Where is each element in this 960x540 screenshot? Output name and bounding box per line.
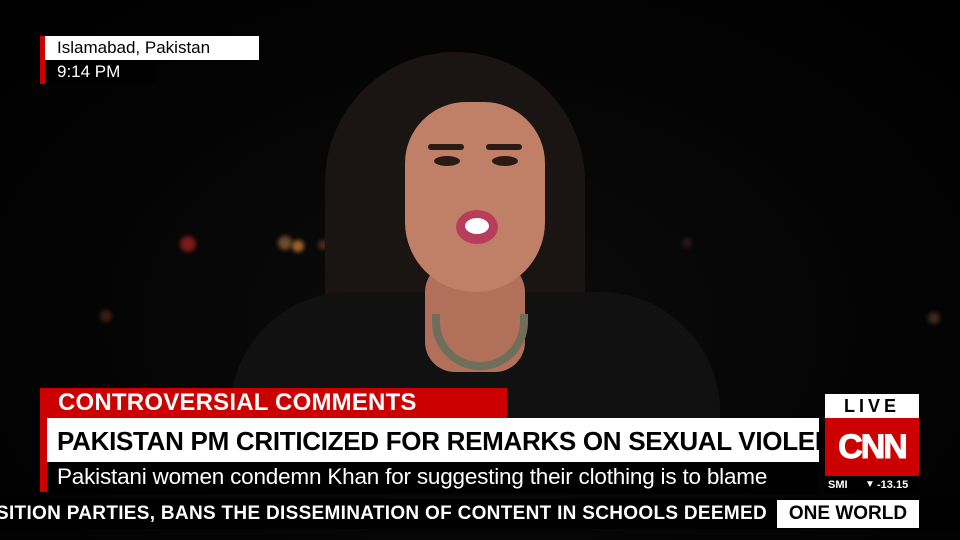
chyron-kicker: CONTROVERSIAL COMMENTS [40, 388, 507, 418]
cnn-logo-text: CNN [838, 427, 909, 466]
chyron-accent-bar [40, 418, 47, 492]
reporter-mouth [456, 210, 498, 244]
down-triangle-icon: ▼ [865, 479, 875, 490]
location-city: Islamabad, Pakistan [45, 36, 259, 60]
market-ticker: SMI ▼ -13.15 [825, 476, 919, 494]
reporter-eye [492, 156, 518, 166]
reporter-face [405, 102, 545, 292]
chyron-headline: PAKISTAN PM CRITICIZED FOR REMARKS ON SE… [47, 418, 869, 462]
reporter-figure [230, 52, 720, 452]
cnn-logo: CNN [825, 418, 919, 476]
market-index-change: -13.15 [877, 479, 909, 491]
ticker-text: SITION PARTIES, BANS THE DISSEMINATION O… [0, 503, 767, 524]
background-light [100, 310, 112, 322]
market-index-name: SMI [828, 479, 848, 491]
reporter-eye [434, 156, 460, 166]
background-light [928, 312, 940, 324]
location-time: 9:14 PM [45, 60, 155, 84]
live-badge: LIVE [825, 394, 919, 418]
reporter-eyebrow [428, 144, 464, 150]
program-name-badge: ONE WORLD [777, 500, 919, 528]
chyron-subline: Pakistani women condemn Khan for suggest… [47, 462, 819, 494]
reporter-eyebrow [486, 144, 522, 150]
background-light [180, 236, 196, 252]
